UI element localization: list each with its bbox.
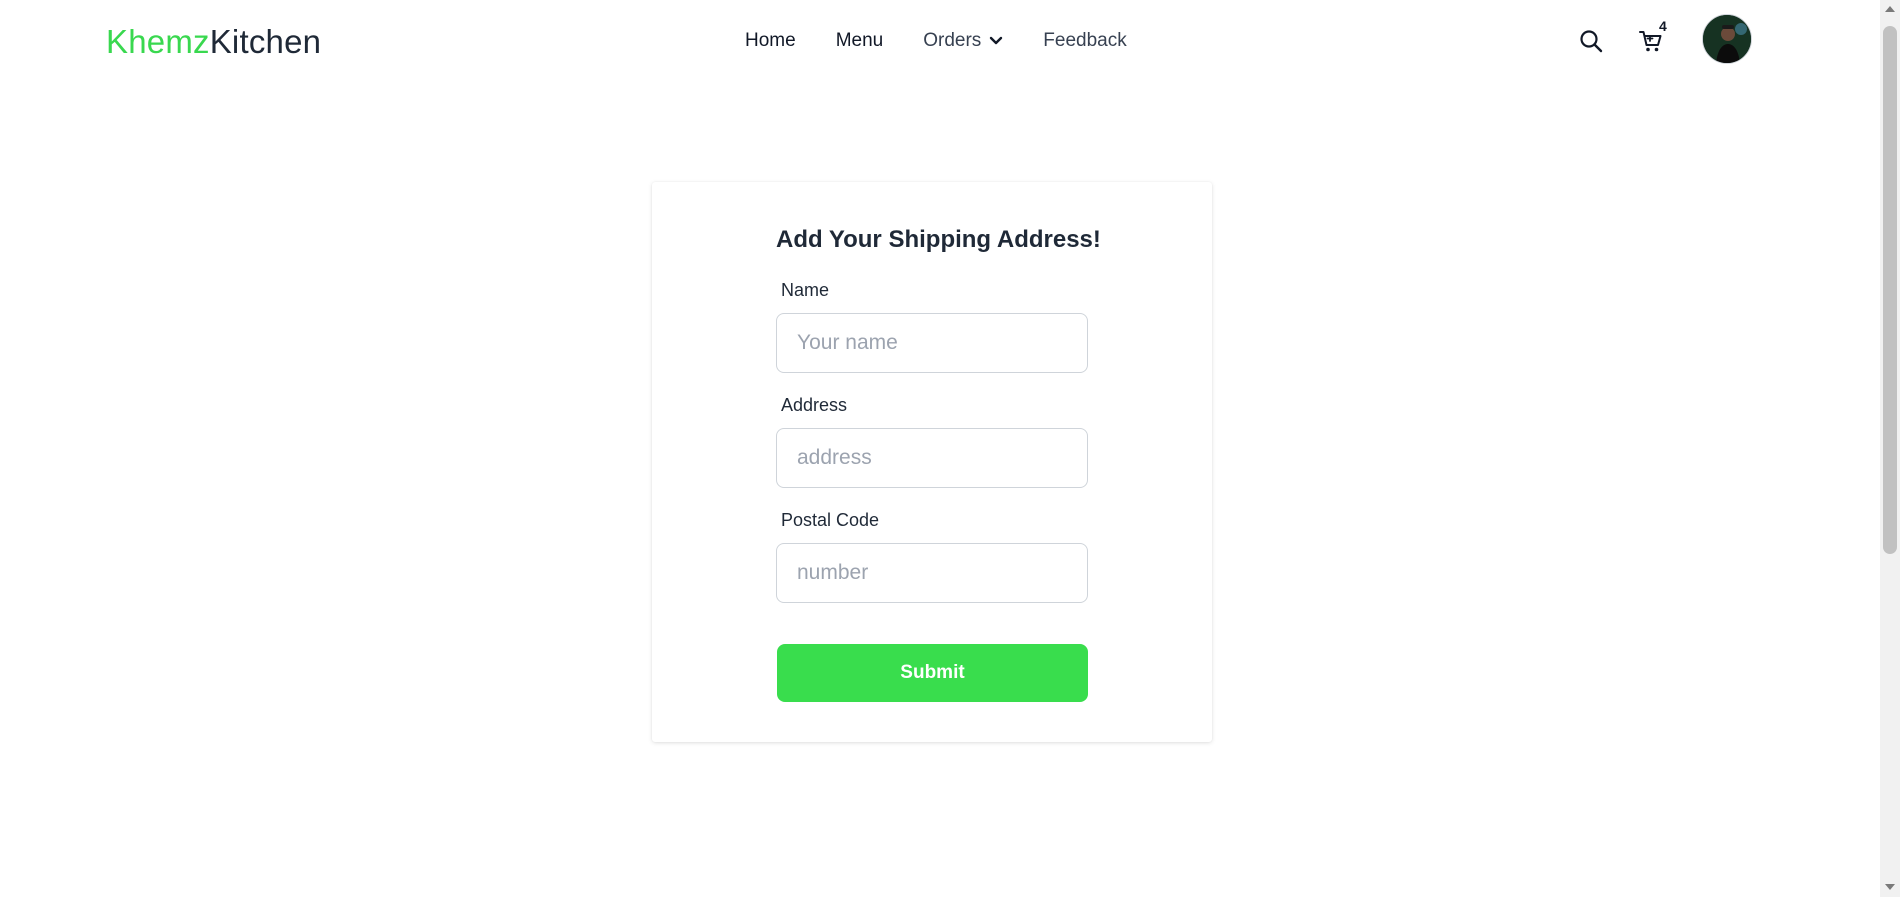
- cart-count-badge: 4: [1659, 18, 1667, 34]
- nav-orders-dropdown[interactable]: Orders: [923, 30, 1003, 52]
- chevron-down-icon: [990, 36, 1003, 45]
- main-nav: Home Menu Orders Feedback: [745, 28, 1167, 54]
- scroll-up-arrow-icon[interactable]: [1885, 6, 1895, 12]
- brand-name-part1: Khemz: [106, 23, 210, 60]
- scroll-down-arrow-icon[interactable]: [1885, 884, 1895, 890]
- shipping-address-card: Add Your Shipping Address! Name Address …: [652, 182, 1212, 742]
- brand-logo[interactable]: KhemzKitchen: [106, 22, 321, 62]
- address-input[interactable]: [776, 428, 1088, 488]
- search-icon: [1580, 30, 1603, 53]
- user-avatar[interactable]: [1702, 14, 1752, 64]
- form-title: Add Your Shipping Address!: [776, 226, 1101, 253]
- nav-orders-label: Orders: [923, 30, 982, 51]
- address-label: Address: [781, 395, 848, 415]
- postal-code-label: Postal Code: [781, 510, 880, 530]
- name-label: Name: [781, 280, 830, 300]
- search-button[interactable]: [1578, 28, 1604, 54]
- scrollbar-thumb[interactable]: [1883, 26, 1897, 554]
- avatar-image-icon: [1703, 15, 1751, 63]
- navbar: KhemzKitchen Home Menu Orders Feedback 4: [0, 0, 1880, 82]
- nav-menu[interactable]: Menu: [836, 30, 884, 52]
- nav-feedback[interactable]: Feedback: [1043, 30, 1126, 52]
- postal-code-input[interactable]: [776, 543, 1088, 603]
- brand-name-part2: Kitchen: [209, 23, 322, 60]
- submit-button[interactable]: Submit: [777, 644, 1088, 702]
- nav-home[interactable]: Home: [745, 30, 796, 52]
- name-input[interactable]: [776, 313, 1088, 373]
- page: KhemzKitchen Home Menu Orders Feedback 4…: [0, 0, 1900, 897]
